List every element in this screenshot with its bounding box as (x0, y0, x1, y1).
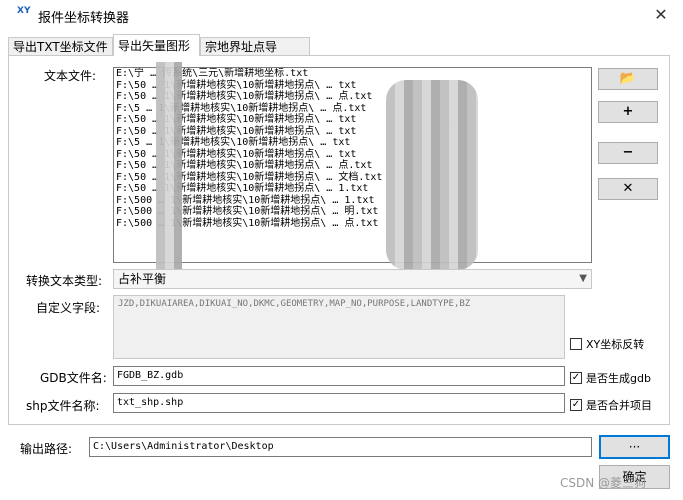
text-files-label: 文本文件: (44, 69, 97, 83)
list-item[interactable]: F:\5 … 1\新增耕地核实\10新增耕地拐点\ … txt (114, 137, 591, 149)
file-listbox[interactable]: E:\宁 … 传系统\三元\新增耕地坐标.txt F:\50 … 1\新增耕地核… (113, 67, 592, 263)
merge-checkbox[interactable]: ✓ (570, 399, 582, 411)
convert-type-label: 转换文本类型: (26, 274, 103, 288)
list-item[interactable]: F:\50 … 1\新增耕地核实\10新增耕地拐点\ … txt (114, 126, 591, 138)
tab-parcel-excel[interactable]: 宗地界址点导Excel (200, 37, 310, 72)
shp-label: shp文件名称: (26, 399, 100, 413)
list-item[interactable]: E:\宁 … 传系统\三元\新增耕地坐标.txt (114, 68, 591, 80)
list-item[interactable]: F:\50 … 1\新增耕地核实\10新增耕地拐点\ … 1.txt (114, 183, 591, 195)
list-item[interactable]: F:\50 … 1\新增耕地核实\10新增耕地拐点\ … 点.txt (114, 160, 591, 172)
privacy-mosaic (156, 62, 182, 272)
tab-export-vector[interactable]: 导出矢量图形 (113, 34, 200, 56)
chevron-down-icon: ▼ (579, 273, 587, 284)
add-file-button[interactable]: + (598, 101, 658, 123)
close-icon[interactable]: ✕ (650, 4, 672, 26)
merge-label: 是否合并项目 (586, 399, 652, 412)
custom-fields-label: 自定义字段: (36, 301, 101, 315)
list-item[interactable]: F:\50 … 1\新增耕地核实\10新增耕地拐点\ … 点.txt (114, 91, 591, 103)
clear-files-button[interactable]: ✕ (598, 178, 658, 200)
list-item[interactable]: F:\500 … 1\新增耕地核实\10新增耕地拐点\ … 点.txt (114, 218, 591, 230)
list-item[interactable]: F:\50 … 1\新增耕地核实\10新增耕地拐点\ … txt (114, 149, 591, 161)
open-folder-icon[interactable]: 📂 (598, 68, 658, 90)
gen-gdb-checkbox[interactable]: ✓ (570, 372, 582, 384)
shp-input[interactable]: txt_shp.shp (113, 393, 565, 413)
gdb-input[interactable]: FGDB_BZ.gdb (113, 366, 565, 386)
remove-file-button[interactable]: − (598, 142, 658, 164)
xy-reverse-checkbox[interactable] (570, 338, 582, 350)
list-item[interactable]: F:\50 … 1\新增耕地核实\10新增耕地拐点\ … txt (114, 114, 591, 126)
list-item[interactable]: F:\5 … 1\新增耕地核实\10新增耕地拐点\ … 点.txt (114, 103, 591, 115)
xy-reverse-label: XY坐标反转 (586, 338, 645, 351)
convert-type-value: 占补平衡 (118, 272, 167, 286)
gdb-label: GDB文件名: (40, 371, 107, 385)
app-logo-icon: XY (17, 6, 31, 16)
window-title: 报件坐标转换器 (38, 11, 130, 26)
privacy-mosaic (386, 80, 478, 270)
list-item[interactable]: F:\50 … 1\新增耕地核实\10新增耕地拐点\ … txt (114, 80, 591, 92)
gen-gdb-label: 是否生成gdb (586, 372, 651, 385)
custom-fields-textarea[interactable]: JZD,DIKUAIAREA,DIKUAI_NO,DKMC,GEOMETRY,M… (113, 295, 565, 359)
output-path-input[interactable]: C:\Users\Administrator\Desktop (89, 437, 592, 457)
output-path-label: 输出路径: (20, 442, 73, 456)
browse-button[interactable]: ··· (599, 435, 670, 459)
list-item[interactable]: F:\500 … 1\新增耕地核实\10新增耕地拐点\ … 1.txt (114, 195, 591, 207)
list-item[interactable]: F:\50 … 1\新增耕地核实\10新增耕地拐点\ … 文档.txt (114, 172, 591, 184)
tab-export-txt[interactable]: 导出TXT坐标文件 (8, 37, 113, 55)
title-bar: XY 报件坐标转换器 ✕ (0, 0, 683, 30)
convert-type-select[interactable]: 占补平衡 ▼ (113, 269, 592, 289)
watermark-text: CSDN @菱三狗 (560, 476, 647, 490)
list-item[interactable]: F:\500 … 1\新增耕地核实\10新增耕地拐点\ … 明.txt (114, 206, 591, 218)
